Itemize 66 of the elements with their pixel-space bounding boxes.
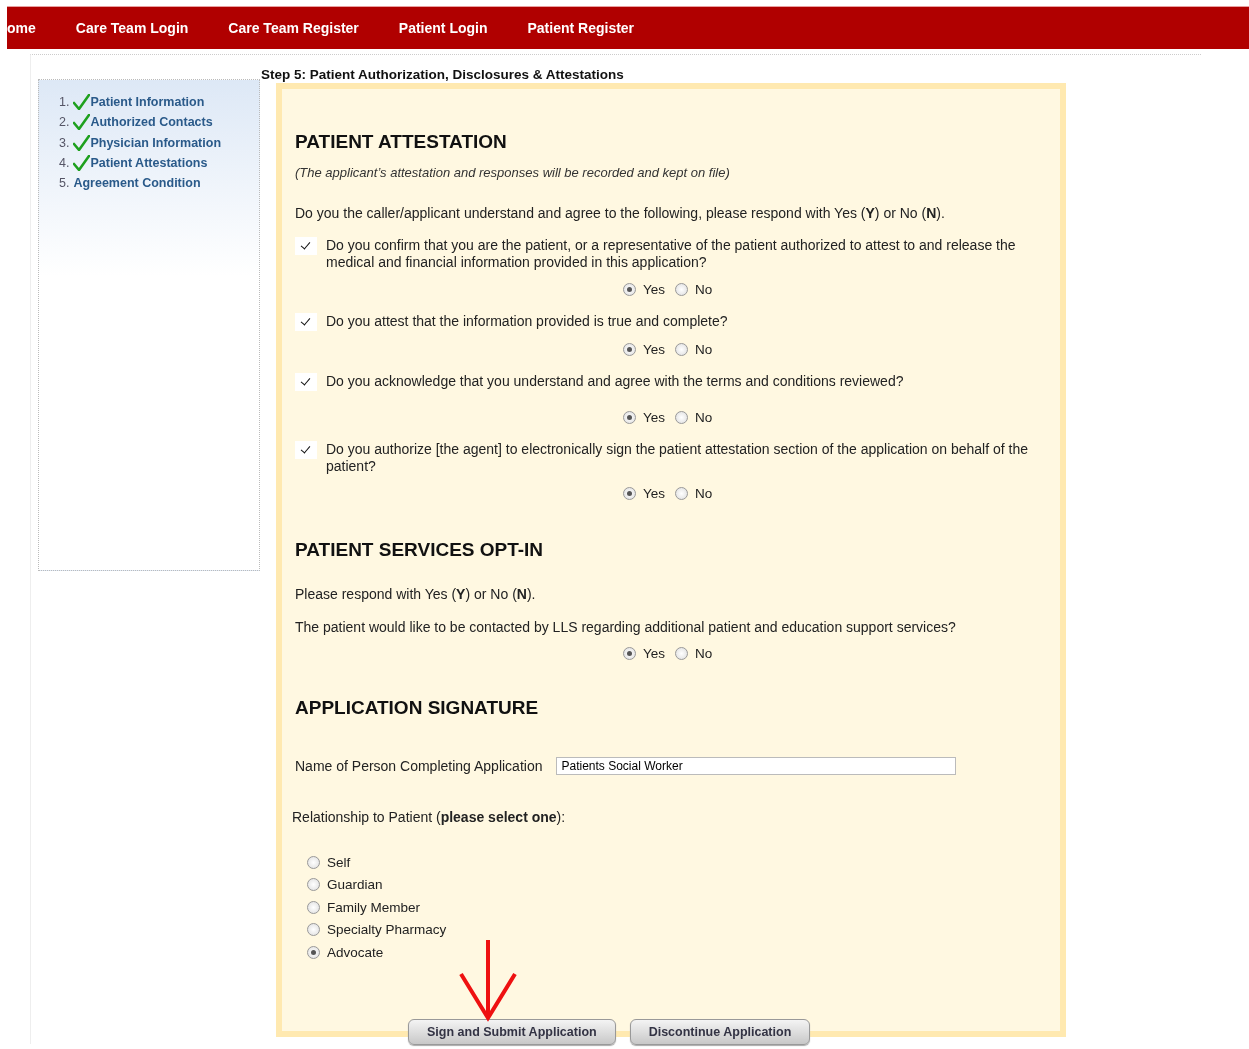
- question-text: Do you confirm that you are the patient, or a representative of the patient authorized to attest to and release the medical and financial information provided in this application?: [326, 237, 1017, 271]
- field-label: Name of Person Completing Application: [295, 758, 543, 774]
- nav-link[interactable]: ome: [7, 20, 56, 36]
- field-label: Relationship to Patient (please select one):: [292, 809, 567, 825]
- action-button[interactable]: Sign and Submit Application: [408, 1018, 616, 1045]
- radio-label: Self: [327, 854, 351, 870]
- step-number: 5.: [59, 176, 70, 191]
- checkbox[interactable]: [295, 237, 317, 255]
- radio-button[interactable]: [307, 900, 320, 914]
- step-link[interactable]: Patient Information: [90, 95, 205, 110]
- radio-label: No: [695, 646, 713, 661]
- radio-label: Yes: [643, 342, 666, 357]
- step-number: 4.: [59, 156, 70, 171]
- name-field[interactable]: Patients Social Worker: [556, 757, 957, 775]
- radio-button[interactable]: [623, 647, 636, 660]
- radio-label: Family Member: [327, 899, 420, 915]
- step-number: 2.: [59, 115, 70, 130]
- step-link[interactable]: Patient Attestations: [90, 156, 208, 171]
- note-text: (The applicant’s attestation and responses will be recorded and kept on file): [295, 165, 731, 180]
- nav-link[interactable]: Patient Register: [507, 20, 655, 36]
- radio-button[interactable]: [675, 647, 689, 660]
- radio-button[interactable]: [675, 411, 689, 424]
- radio-button[interactable]: [675, 283, 689, 296]
- radio-label: Advocate: [327, 944, 384, 960]
- radio-button[interactable]: [307, 878, 320, 892]
- radio-label: Yes: [643, 486, 666, 501]
- question-text: Do you acknowledge that you understand and agree with the terms and conditions reviewed?: [326, 373, 905, 390]
- action-button[interactable]: Discontinue Application: [629, 1018, 811, 1045]
- section-heading: APPLICATION SIGNATURE: [295, 697, 540, 719]
- radio-label: No: [695, 486, 713, 501]
- radio-label: Yes: [643, 646, 666, 661]
- step-link[interactable]: Agreement Condition: [73, 176, 201, 191]
- instruction-text: Please respond with Yes (Y) or No (N).: [295, 586, 537, 602]
- radio-button[interactable]: [623, 487, 636, 500]
- step-link[interactable]: Authorized Contacts: [90, 115, 213, 130]
- radio-label: No: [695, 342, 713, 357]
- radio-button[interactable]: [307, 945, 320, 959]
- radio-label: Yes: [643, 282, 666, 297]
- checkbox[interactable]: [295, 441, 317, 459]
- radio-label: Yes: [643, 410, 666, 425]
- radio-button[interactable]: [307, 855, 320, 869]
- radio-button[interactable]: [307, 923, 320, 937]
- step-link[interactable]: Physician Information: [90, 135, 222, 150]
- question-text: The patient would like to be contacted by LLS regarding additional patient and education support services?: [295, 619, 957, 635]
- instruction-text: Do you the caller/applicant understand and agree to the following, please respond with Yes (Y) or No (N).: [295, 205, 946, 221]
- question-text: Do you attest that the information provided is true and complete?: [326, 313, 729, 330]
- radio-button[interactable]: [675, 487, 689, 500]
- radio-label: No: [695, 282, 713, 297]
- nav-link[interactable]: Care Team Register: [208, 20, 379, 36]
- section-heading: PATIENT ATTESTATION: [295, 131, 508, 153]
- checkbox[interactable]: [295, 373, 317, 391]
- radio-label: Specialty Pharmacy: [327, 922, 447, 938]
- radio-label: No: [695, 410, 713, 425]
- step-number: 1.: [59, 95, 70, 110]
- step-title: Step 5: Patient Authorization, Disclosures & Attestations: [260, 67, 625, 82]
- radio-label: Guardian: [327, 877, 383, 893]
- radio-button[interactable]: [623, 343, 636, 356]
- question-text: Do you authorize [the agent] to electronically sign the patient attestation section of the application on behalf of the patient?: [326, 441, 1030, 475]
- checkbox[interactable]: [295, 313, 317, 331]
- nav-link[interactable]: Care Team Login: [55, 20, 209, 36]
- radio-button[interactable]: [623, 283, 636, 296]
- radio-button[interactable]: [623, 411, 636, 424]
- section-heading: PATIENT SERVICES OPT-IN: [295, 539, 545, 561]
- nav-link[interactable]: Patient Login: [378, 20, 508, 36]
- radio-button[interactable]: [675, 343, 689, 356]
- step-number: 3.: [59, 135, 70, 150]
